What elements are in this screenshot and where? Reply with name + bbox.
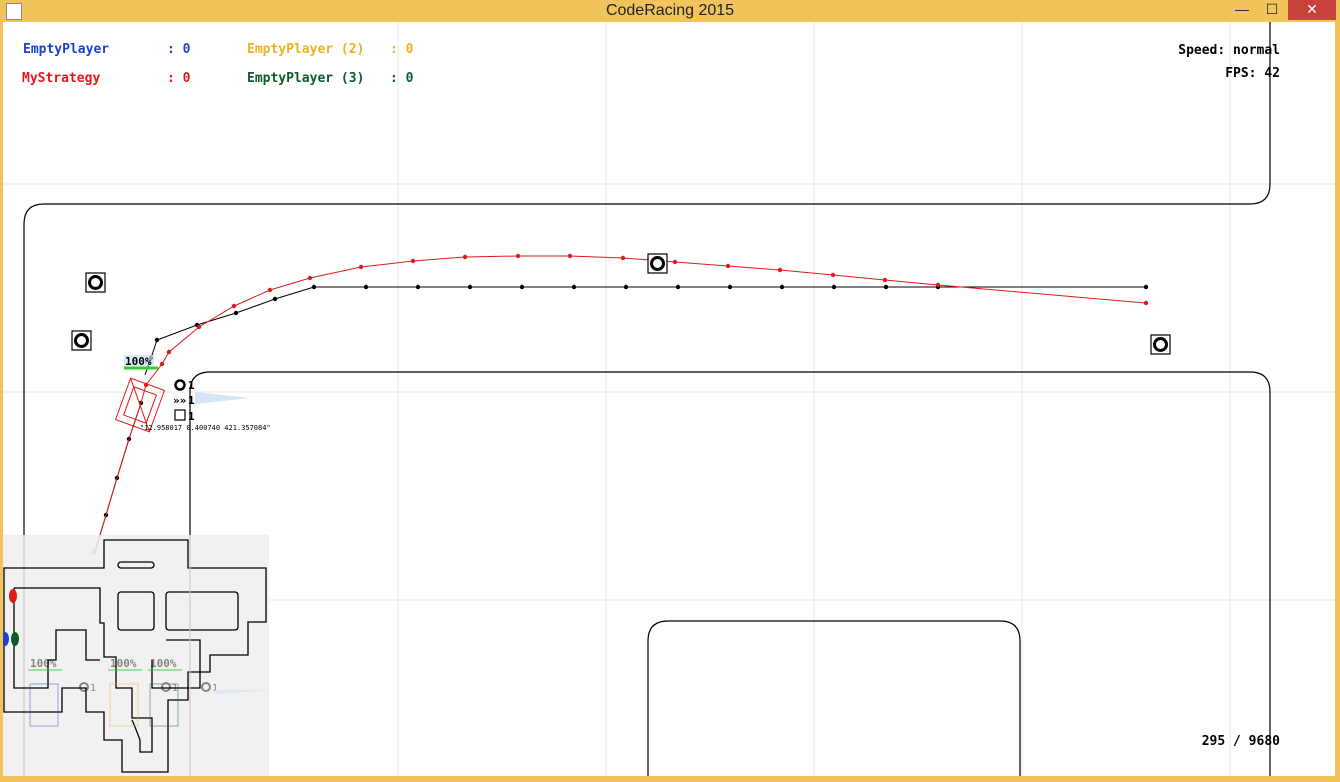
window-titlebar: CodeRacing 2015 — ☐ ✕ xyxy=(0,0,1340,22)
minimap-car-label: 100% xyxy=(30,657,57,670)
game-canvas[interactable]: 100% 1 »» 1 1 "12.958017 0.400740 421.35… xyxy=(3,22,1335,776)
maximize-button[interactable]: ☐ xyxy=(1257,0,1287,20)
minimize-button[interactable]: — xyxy=(1227,0,1257,20)
tire-bonus-icon xyxy=(85,272,106,293)
scoreboard-name-emptyplayer: EmptyPlayer xyxy=(23,42,110,57)
tire-bonus-icon xyxy=(71,330,92,351)
scoreboard-name-mystrategy: MyStrategy xyxy=(22,71,101,86)
minimap-car-label: 100% xyxy=(150,657,177,670)
close-button[interactable]: ✕ xyxy=(1288,0,1336,20)
oil-icon: »» xyxy=(173,394,186,407)
minimap-car-red xyxy=(9,589,17,603)
projectile-count: 1 xyxy=(188,410,195,423)
fps-indicator: FPS: 42 xyxy=(1225,66,1280,81)
tick-counter: 295 / 9680 xyxy=(1201,734,1280,749)
scoreboard-score-mystrategy: : 0 xyxy=(167,71,191,86)
predicted-route-red xyxy=(91,253,1149,555)
window-title: CodeRacing 2015 xyxy=(605,2,735,19)
minimap-car-label: 100% xyxy=(110,657,137,670)
tire-bonus-icon xyxy=(647,253,668,274)
minimap-count: 1 xyxy=(172,683,178,694)
minimap-car-green xyxy=(11,632,19,646)
oil-count: 1 xyxy=(188,394,195,407)
nitro-count: 1 xyxy=(188,379,195,392)
debug-text: "12.958017 0.400740 421.357084" xyxy=(140,424,271,432)
track-view: 100% 1 »» 1 1 "12.958017 0.400740 421.35… xyxy=(3,22,1335,776)
bonus-items xyxy=(71,253,1171,355)
scoreboard-score-emptyplayer-3: : 0 xyxy=(390,71,414,86)
durability-label: 100% xyxy=(125,355,152,368)
minimap: 100% 100% 100% 1 1 1 xyxy=(3,535,275,776)
speed-vector-icon xyxy=(195,392,250,404)
planned-route-black xyxy=(94,284,1149,553)
scoreboard-score-emptyplayer: : 0 xyxy=(167,42,191,57)
tire-bonus-icon xyxy=(1150,334,1171,355)
scoreboard-name-emptyplayer-3: EmptyPlayer (3) xyxy=(247,71,365,86)
speed-indicator: Speed: normal xyxy=(1178,43,1280,58)
player-car: 100% 1 »» 1 1 "12.958017 0.400740 421.35… xyxy=(114,355,271,433)
minimap-count: 1 xyxy=(90,683,96,694)
nitro-icon xyxy=(174,379,186,391)
scoreboard-score-emptyplayer-2: : 0 xyxy=(390,42,414,57)
projectile-icon xyxy=(174,409,186,421)
scoreboard-name-emptyplayer-2: EmptyPlayer (2) xyxy=(247,42,365,57)
